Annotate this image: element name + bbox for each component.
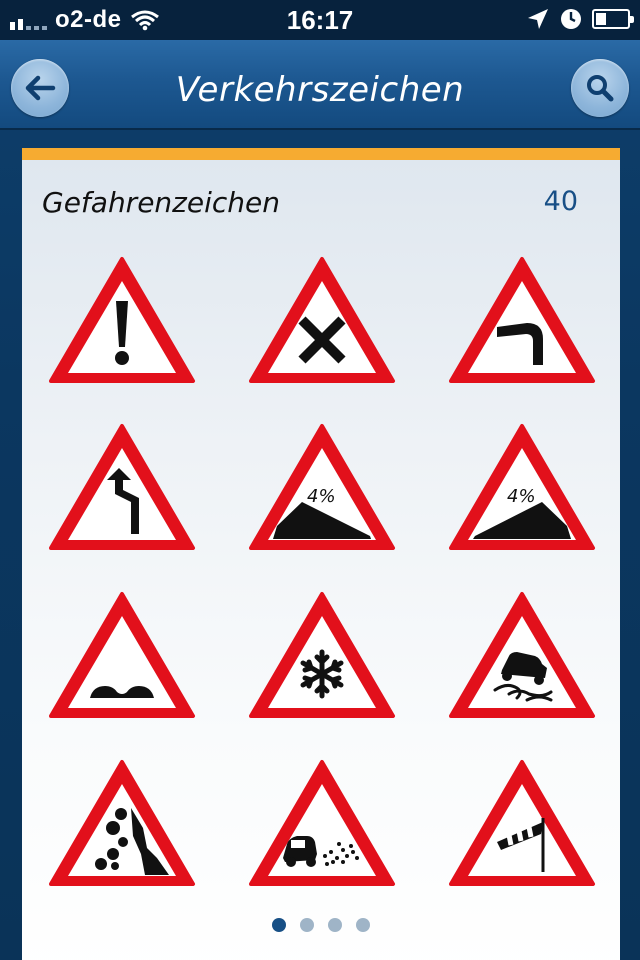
magnifier-icon	[587, 75, 614, 102]
status-bar: o2-de 16:17	[0, 0, 640, 40]
sign-crossroads[interactable]	[247, 255, 397, 387]
sign-loose-gravel[interactable]	[247, 758, 397, 890]
category-card: Gefahrenzeichen 40 4% 4%	[22, 148, 620, 960]
sign-double-curve[interactable]	[47, 422, 197, 554]
page-dot-2[interactable]	[300, 918, 314, 932]
sign-uneven-road[interactable]	[47, 590, 197, 722]
category-count: 40	[543, 186, 578, 217]
sign-grade-label: 4%	[307, 486, 336, 507]
page-title: Verkehrszeichen	[175, 70, 465, 110]
sign-steep-ascent[interactable]: 4%	[447, 422, 597, 554]
page-dot-1[interactable]	[272, 918, 286, 932]
sign-slippery-road[interactable]	[447, 590, 597, 722]
sign-crosswind[interactable]	[447, 758, 597, 890]
battery-icon	[592, 9, 634, 29]
sign-general-danger[interactable]	[47, 255, 197, 387]
clock-icon	[561, 9, 581, 29]
page-dot-3[interactable]	[328, 918, 342, 932]
status-right	[526, 7, 634, 31]
location-arrow-icon	[528, 9, 548, 29]
navigation-bar: Verkehrszeichen	[0, 40, 640, 130]
page-dot-4[interactable]	[356, 918, 370, 932]
search-button[interactable]	[571, 59, 629, 117]
sign-snow-ice[interactable]	[247, 590, 397, 722]
sign-steep-descent[interactable]: 4%	[247, 422, 397, 554]
sign-grade-label: 4%	[507, 486, 536, 507]
sign-falling-rocks[interactable]	[47, 758, 197, 890]
category-title: Gefahrenzeichen	[42, 186, 280, 219]
sign-curve-right[interactable]	[447, 255, 597, 387]
page-indicator[interactable]	[22, 918, 620, 932]
